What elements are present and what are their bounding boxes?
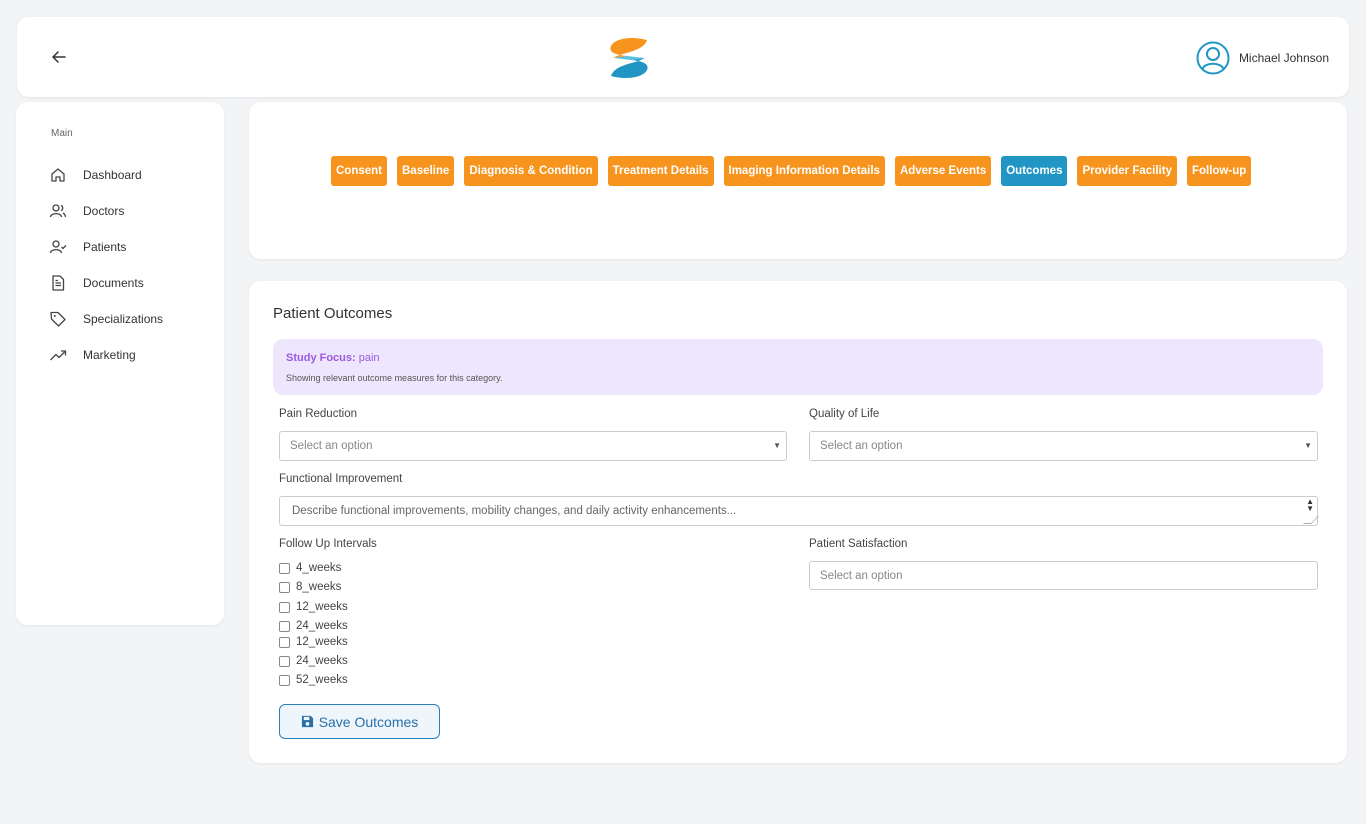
section-tabs: Consent Baseline Diagnosis & Condition T… [331,156,1252,186]
follow-up-option[interactable]: 12_weeks [279,601,348,613]
study-focus-value: pain [358,352,380,364]
sidebar-nav: Dashboard Doctors Patients Documents Spe… [49,157,163,373]
sidebar-item-specializations[interactable]: Specializations [49,301,163,337]
checkbox-label: 12_weeks [296,601,348,613]
back-button[interactable] [47,45,71,69]
home-icon [51,168,65,182]
pain-reduction-select[interactable]: Select an option ▼ [279,431,787,461]
section-tabs-card: Consent Baseline Diagnosis & Condition T… [249,102,1347,259]
follow-up-option[interactable]: 4_weeks [279,562,341,574]
checkbox-label: 12_weeks [296,636,348,648]
save-outcomes-button[interactable]: Save Outcomes [279,704,440,739]
patient-satisfaction-select[interactable]: Select an option [809,561,1318,590]
patient-satisfaction-placeholder: Select an option [820,569,903,582]
caret-down-icon: ▼ [1304,441,1312,450]
checkbox[interactable] [279,636,290,648]
sidebar-item-label: Patients [83,240,127,254]
tab-provider-facility[interactable]: Provider Facility [1077,156,1177,186]
functional-improvement-label: Functional Improvement [279,473,403,485]
tab-consent[interactable]: Consent [331,156,387,186]
user-menu[interactable]: Michael Johnson [1196,41,1329,75]
save-outcomes-label: Save Outcomes [318,713,419,730]
tab-outcomes[interactable]: Outcomes [1001,156,1068,186]
sidebar-item-doctors[interactable]: Doctors [49,193,163,229]
top-header: Michael Johnson [17,17,1349,97]
functional-improvement-textarea[interactable]: Describe functional improvements, mobili… [279,496,1319,526]
sidebar-item-dashboard[interactable]: Dashboard [49,157,163,193]
tab-treatment-details[interactable]: Treatment Details [607,156,714,186]
outcomes-form-card: Patient Outcomes Study Focus: pain Showi… [249,281,1347,763]
study-focus-banner: Study Focus: pain Showing relevant outco… [273,339,1323,395]
follow-up-intervals-label: Follow Up Intervals [279,538,377,550]
caret-down-icon: ▼ [773,441,781,450]
follow-up-option[interactable]: 52_weeks [279,674,348,686]
trending-up-icon [50,350,67,361]
checkbox[interactable] [279,655,290,667]
s-logo-icon [610,38,648,78]
tab-adverse-events[interactable]: Adverse Events [894,156,992,186]
sidebar-item-label: Dashboard [83,168,142,182]
checkbox[interactable] [279,581,290,593]
study-focus-label: Study Focus: [286,352,356,364]
sidebar-item-documents[interactable]: Documents [49,265,163,301]
sidebar-item-label: Marketing [83,348,136,362]
patient-satisfaction-label: Patient Satisfaction [809,538,908,550]
checkbox-label: 8_weeks [296,581,342,593]
tab-diagnosis-condition[interactable]: Diagnosis & Condition [464,156,598,186]
pain-reduction-placeholder: Select an option [290,440,373,452]
user-name: Michael Johnson [1238,51,1329,65]
save-icon [301,715,313,728]
sidebar: Main Dashboard Doctors Patients Document… [16,102,224,625]
tag-icon [50,311,66,327]
follow-up-option[interactable]: 12_weeks [279,636,348,648]
quality-of-life-placeholder: Select an option [820,440,903,452]
sidebar-item-label: Doctors [83,204,125,218]
functional-improvement-placeholder: Describe functional improvements, mobili… [292,505,737,517]
checkbox[interactable] [279,562,290,574]
sidebar-section-label: Main [51,128,73,139]
study-focus-line: Study Focus: pain [286,352,380,364]
quality-of-life-select[interactable]: Select an option ▼ [809,431,1318,461]
checkbox-label: 52_weeks [296,674,348,686]
arrow-left-icon [52,51,66,63]
user-circle-icon [1196,41,1230,75]
follow-up-option[interactable]: 24_weeks [279,620,348,632]
sidebar-item-label: Specializations [83,312,164,326]
tab-baseline[interactable]: Baseline [397,156,455,186]
app-logo[interactable] [603,32,655,84]
pain-reduction-label: Pain Reduction [279,408,357,420]
study-focus-subtext: Showing relevant outcome measures for th… [286,373,503,383]
checkbox[interactable] [279,620,290,632]
sidebar-item-label: Documents [83,276,144,290]
checkbox-label: 4_weeks [296,562,342,574]
document-icon [52,275,65,291]
page-title: Patient Outcomes [273,305,393,322]
resize-handle-icon[interactable] [1303,516,1319,524]
follow-up-option[interactable]: 24_weeks [279,655,348,667]
spinner-icon[interactable]: ▲ ▼ [1306,498,1314,513]
user-check-icon [49,240,67,254]
tab-follow-up[interactable]: Follow-up [1186,156,1252,186]
checkbox-label: 24_weeks [296,655,348,667]
users-icon [49,204,67,218]
checkbox[interactable] [279,674,290,686]
tab-imaging-information-details[interactable]: Imaging Information Details [723,156,885,186]
sidebar-item-patients[interactable]: Patients [49,229,163,265]
follow-up-option[interactable]: 8_weeks [279,581,341,593]
checkbox-label: 24_weeks [296,620,348,632]
checkbox[interactable] [279,601,290,613]
sidebar-item-marketing[interactable]: Marketing [49,337,163,373]
quality-of-life-label: Quality of Life [809,408,880,420]
